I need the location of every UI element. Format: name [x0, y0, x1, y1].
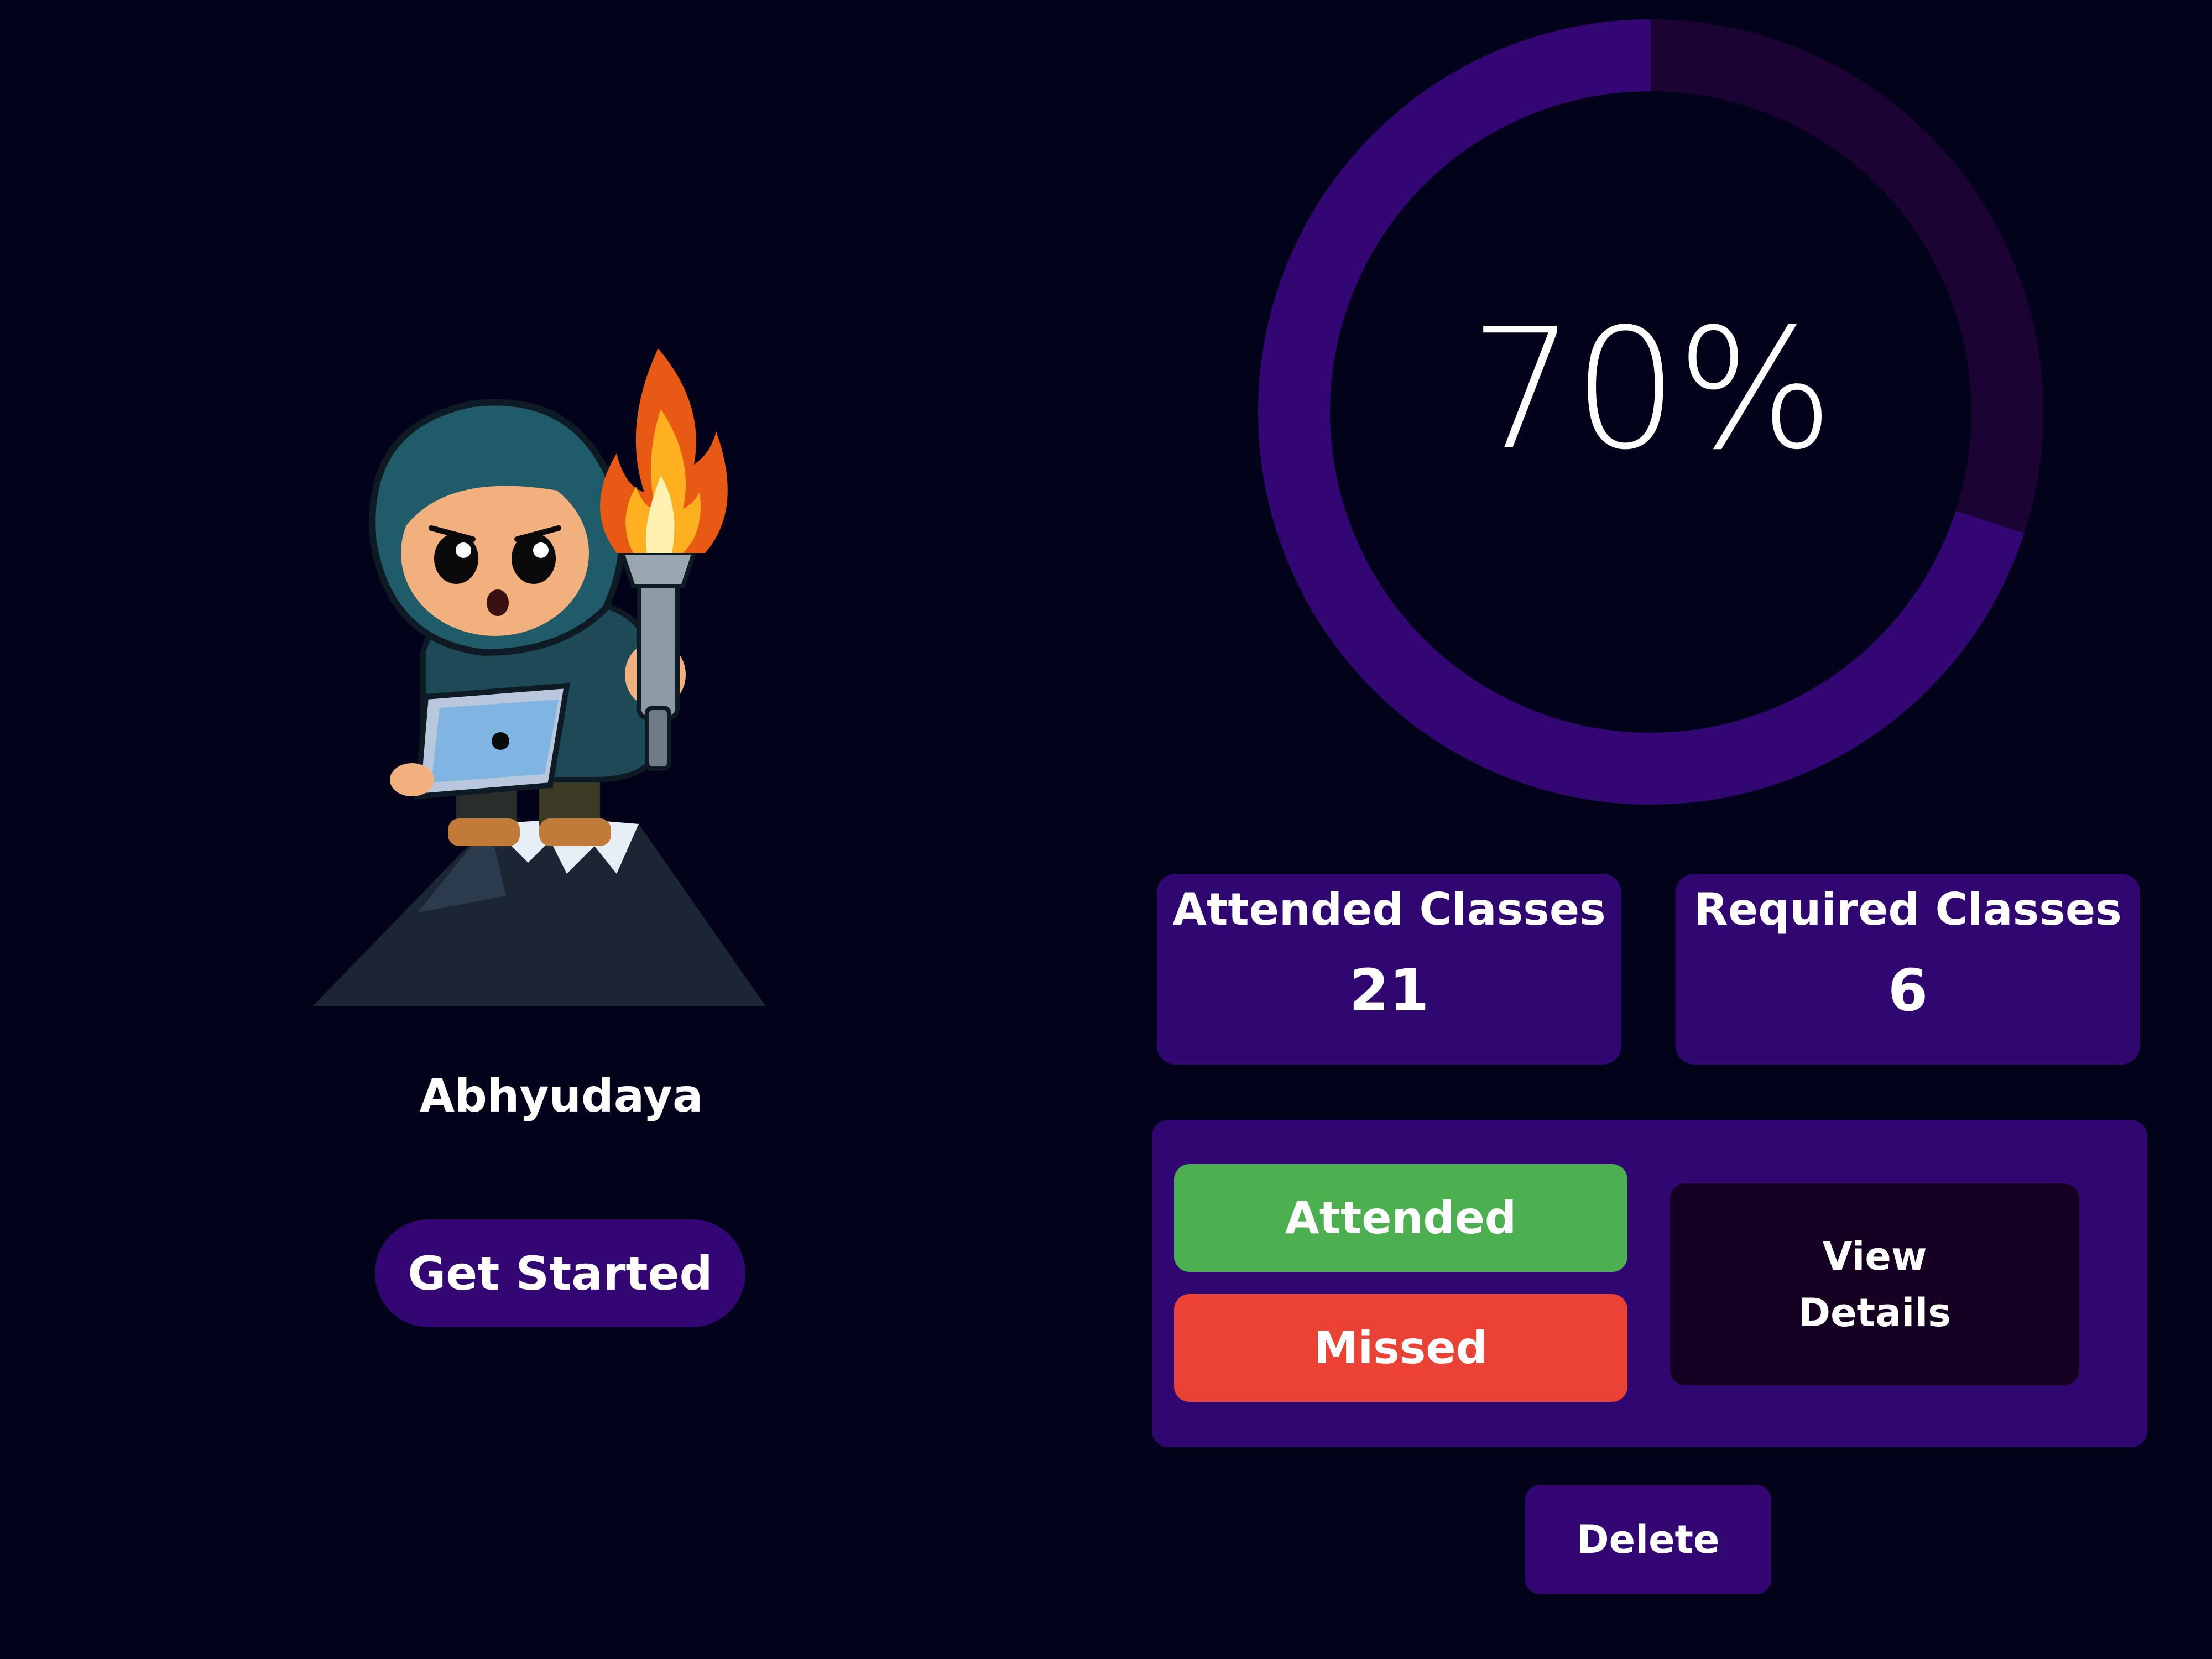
attendance-action-panel: Attended Missed View Details [1152, 1120, 2147, 1447]
view-details-button[interactable]: View Details [1670, 1183, 2079, 1385]
user-name: Abhyudaya [419, 1070, 703, 1123]
required-classes-label: Required Classes [1694, 884, 2122, 935]
required-classes-value: 6 [1887, 957, 1928, 1024]
required-classes-card: Required Classes 6 [1676, 874, 2140, 1065]
get-started-button[interactable]: Get Started [375, 1219, 745, 1327]
attended-classes-label: Attended Classes [1172, 884, 1606, 935]
app-screen: Abhyudaya Get Started 70% Attended Class… [0, 0, 2212, 1659]
attendance-percentage: 70% [1469, 293, 1834, 486]
mascot-illustration [312, 348, 766, 1006]
view-details-label: View Details [1798, 1233, 1951, 1335]
attended-classes-value: 21 [1349, 957, 1430, 1024]
delete-button[interactable]: Delete [1525, 1485, 1771, 1594]
attended-button[interactable]: Attended [1174, 1164, 1627, 1272]
missed-button[interactable]: Missed [1174, 1294, 1627, 1402]
attended-classes-card: Attended Classes 21 [1157, 874, 1621, 1065]
